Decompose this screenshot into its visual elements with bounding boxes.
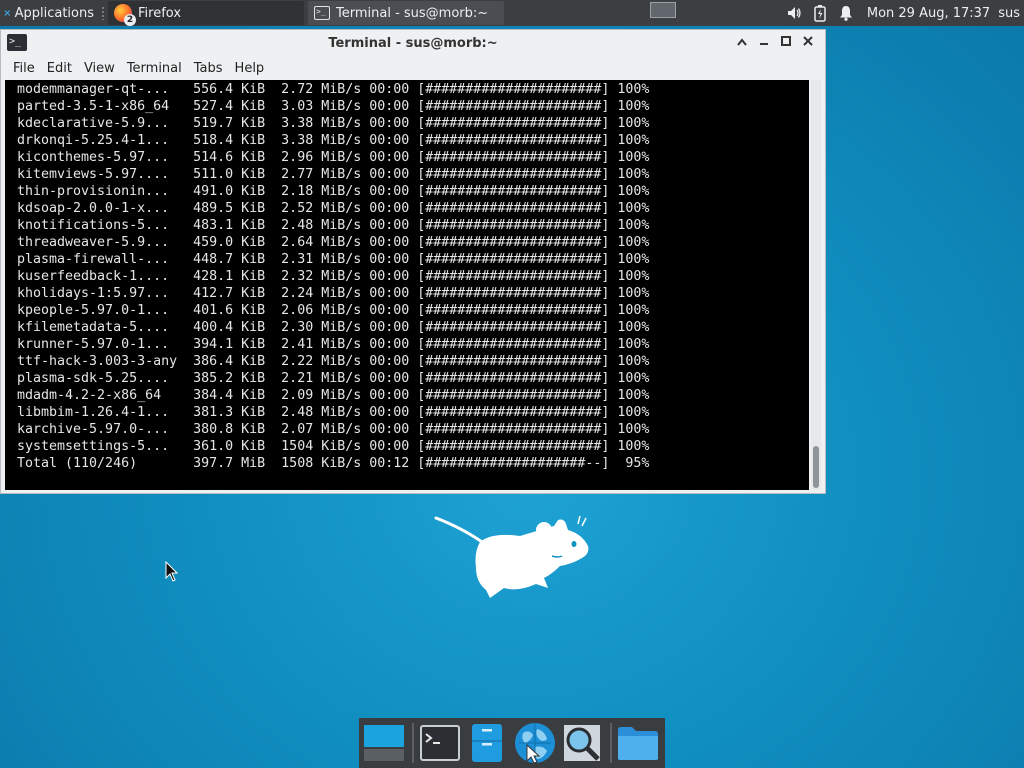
web-browser-icon [514,723,555,764]
panel-separator [101,6,105,20]
menu-tabs[interactable]: Tabs [188,61,229,76]
terminal-window: >_ Terminal - sus@morb:~ File Edit View … [0,29,826,494]
terminal-line: kholidays-1:5.97... 412.7 KiB 2.24 MiB/s… [17,286,650,301]
terminal-line: mdadm-4.2-2-x86_64 384.4 KiB 2.09 MiB/s … [17,388,650,403]
terminal-line: karchive-5.97.0-... 380.8 KiB 2.07 MiB/s… [17,422,650,437]
window-controls [731,34,819,52]
notification-bell-icon[interactable] [837,4,855,22]
terminal-line: knotifications-5... 483.1 KiB 2.48 MiB/s… [17,218,650,233]
show-desktop-icon [363,725,404,761]
terminal-app-icon[interactable]: >_ [7,34,27,51]
terminal-lines: modemmanager-qt-... 556.4 KiB 2.72 MiB/s… [17,81,649,472]
minimize-button[interactable] [753,34,775,52]
scrollbar-thumb[interactable] [813,446,819,488]
terminal-line: kpeople-5.97.0-1... 401.6 KiB 2.06 MiB/s… [17,303,650,318]
dock-folder[interactable] [616,720,661,766]
mouse-pointer-icon [165,561,179,582]
menu-bar: File Edit View Terminal Tabs Help [1,56,825,80]
terminal-line: modemmanager-qt-... 556.4 KiB 2.72 MiB/s… [17,82,650,97]
terminal-line: systemsettings-5... 361.0 KiB 1504 KiB/s… [17,439,650,454]
top-panel: Applications 2 Firefox >_ Terminal - sus… [0,0,1024,26]
terminal-line: thin-provisionin... 491.0 KiB 2.18 MiB/s… [17,184,650,199]
close-button[interactable] [797,34,819,52]
terminal-output[interactable]: modemmanager-qt-... 556.4 KiB 2.72 MiB/s… [5,80,809,490]
taskbar-item-label: Terminal - sus@morb:~ [336,5,489,21]
terminal-icon [420,725,461,761]
workspace-switcher[interactable] [650,2,676,18]
menu-view[interactable]: View [78,61,121,76]
user-menu[interactable]: sus [998,6,1020,21]
file-manager-icon [472,724,503,762]
terminal-line: drkonqi-5.25.4-1... 518.4 KiB 3.38 MiB/s… [17,133,650,148]
maximize-button[interactable] [775,34,797,52]
terminal-line: libmbim-1.26.4-1... 381.3 KiB 2.48 MiB/s… [17,405,650,420]
terminal-line: kdeclarative-5.9... 519.7 KiB 3.38 MiB/s… [17,116,650,131]
dock-file-manager[interactable] [465,720,510,766]
terminal-icon: >_ [314,6,330,20]
taskbar-item-label: Firefox [138,5,182,21]
terminal-line: kiconthemes-5.97... 514.6 KiB 2.96 MiB/s… [17,150,650,165]
battery-icon[interactable] [811,4,829,22]
taskbar-item-firefox[interactable]: 2 Firefox [108,1,304,26]
dock-separator [412,723,414,763]
dock-show-desktop[interactable] [361,720,406,766]
taskbar-item-terminal[interactable]: >_ Terminal - sus@morb:~ [308,1,504,25]
shade-button[interactable] [731,34,753,52]
terminal-line: kitemviews-5.97.... 511.0 KiB 2.77 MiB/s… [17,167,650,182]
applications-label: Applications [14,5,94,21]
dock-separator [610,723,612,763]
terminal-scrollbar[interactable] [811,80,821,490]
terminal-line: threadweaver-5.9... 459.0 KiB 2.64 MiB/s… [17,235,650,250]
system-tray: Mon 29 Aug, 17:37 sus [785,0,1024,26]
app-finder-icon [563,725,600,761]
terminal-line: kdsoap-2.0.0-1-x... 489.5 KiB 2.52 MiB/s… [17,201,650,216]
menu-help[interactable]: Help [229,61,271,76]
terminal-line-total: Total (110/246) 397.7 MiB 1508 KiB/s 00:… [17,456,650,471]
dock-terminal[interactable] [418,720,463,766]
folder-icon [618,727,659,760]
window-count-badge: 2 [124,14,136,26]
xfce-mouse-icon [4,10,11,16]
terminal-line: kuserfeedback-1.... 428.1 KiB 2.32 MiB/s… [17,269,650,284]
window-title: Terminal - sus@morb:~ [328,35,498,51]
dock-web-browser[interactable] [512,720,557,766]
terminal-line: parted-3.5-1-x86_64 527.4 KiB 3.03 MiB/s… [17,99,650,114]
terminal-line: kfilemetadata-5.... 400.4 KiB 2.30 MiB/s… [17,320,650,335]
dock-app-finder[interactable] [559,720,604,766]
terminal-line: ttf-hack-3.003-3-any 386.4 KiB 2.22 MiB/… [17,354,650,369]
clock[interactable]: Mon 29 Aug, 17:37 [867,6,990,21]
menu-edit[interactable]: Edit [41,61,78,76]
xfce-mouse-mascot-icon [434,515,589,598]
window-titlebar[interactable]: >_ Terminal - sus@morb:~ [1,30,825,56]
volume-icon[interactable] [785,4,803,22]
dock [359,718,665,768]
terminal-line: krunner-5.97.0-1... 394.1 KiB 2.41 MiB/s… [17,337,650,352]
menu-terminal[interactable]: Terminal [121,61,188,76]
terminal-line: plasma-sdk-5.25.... 385.2 KiB 2.21 MiB/s… [17,371,650,386]
firefox-icon: 2 [114,4,136,26]
terminal-line: plasma-firewall-... 448.7 KiB 2.31 MiB/s… [17,252,650,267]
applications-menu-button[interactable]: Applications [0,0,98,26]
menu-file[interactable]: File [7,61,41,76]
